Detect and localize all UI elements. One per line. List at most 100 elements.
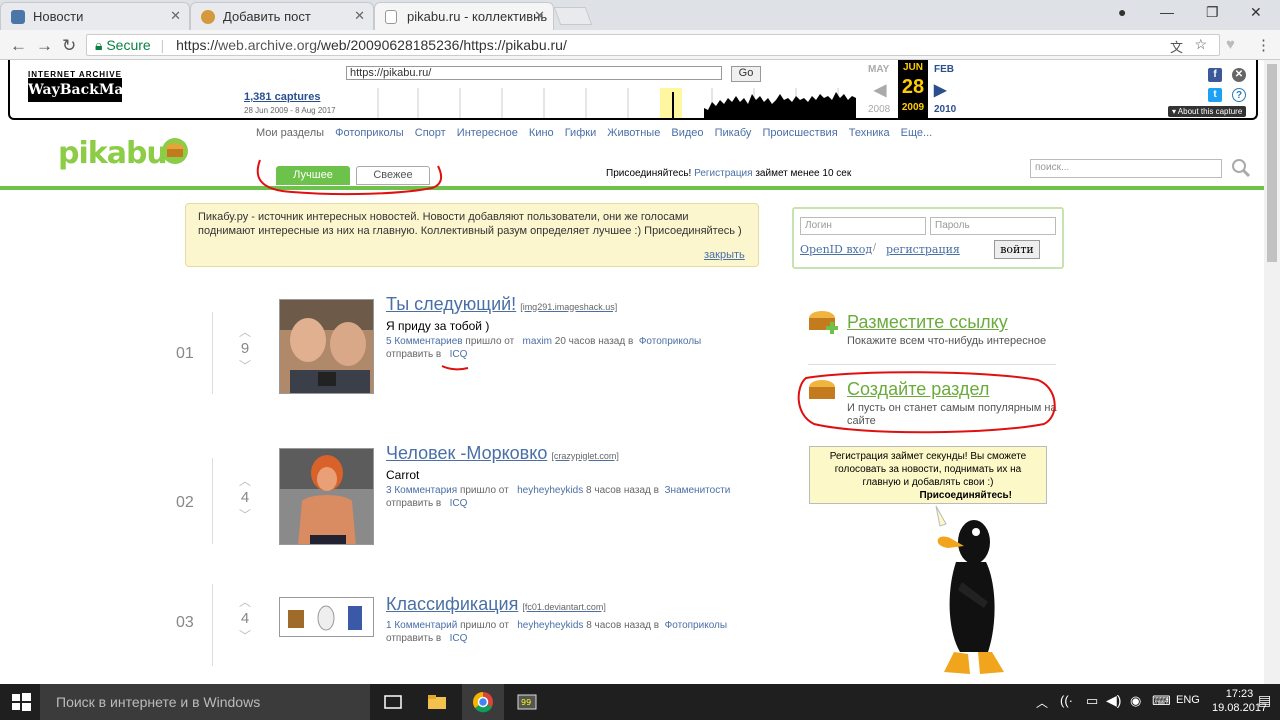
comments-link[interactable]: 5 Комментариев <box>386 336 463 347</box>
tab-pikabu-active[interactable]: pikabu.ru - коллективнь ✕ <box>374 2 554 30</box>
wayback-go-button[interactable]: Go <box>731 66 761 82</box>
category-link[interactable]: Фотоприколы <box>665 620 727 631</box>
back-icon[interactable]: ← <box>10 36 27 56</box>
menu-item[interactable]: Видео <box>671 127 703 139</box>
minimize-icon[interactable]: — <box>1160 4 1174 20</box>
menu-item[interactable]: Еще... <box>901 127 933 139</box>
battery-icon[interactable]: ▭ <box>1086 693 1098 709</box>
close-icon[interactable]: ✕ <box>354 8 365 24</box>
close-info-link[interactable]: закрыть <box>704 249 745 261</box>
vote-up-icon[interactable]: ︿ <box>236 596 254 608</box>
menu-item[interactable]: Техника <box>849 127 890 139</box>
red-annotation-section <box>797 371 1056 434</box>
vote-down-icon[interactable]: ﹀ <box>236 360 254 372</box>
category-link[interactable]: Знаменитости <box>665 485 731 496</box>
cur-day: 28 <box>901 76 925 98</box>
author-link[interactable]: heyheyheykids <box>517 485 583 496</box>
menu-item[interactable]: Интересное <box>457 127 518 139</box>
chrome-icon[interactable] <box>472 691 494 713</box>
language-indicator[interactable]: ENG <box>1176 694 1200 706</box>
menu-item[interactable]: Кино <box>529 127 554 139</box>
post-title[interactable]: Классификация [fc01.deviantart.com] <box>386 594 606 615</box>
new-tab-button[interactable] <box>553 7 593 25</box>
menu-item[interactable]: Происшествия <box>762 127 837 139</box>
icq-link[interactable]: ICQ <box>450 633 468 644</box>
captures-link[interactable]: 1,381 captures <box>244 91 320 103</box>
tray-expand-icon[interactable]: ︿ <box>1036 694 1048 711</box>
close-banner-icon[interactable]: ✕ <box>1232 68 1246 82</box>
password-input[interactable]: Пароль <box>930 217 1056 235</box>
prev-year[interactable]: 2008 <box>868 104 890 115</box>
twitter-icon[interactable]: t <box>1208 88 1222 102</box>
forward-icon[interactable]: → <box>36 36 53 56</box>
help-icon[interactable]: ? <box>1232 88 1246 102</box>
menu-item[interactable]: Спорт <box>415 127 446 139</box>
translate-icon[interactable]: 文 <box>1170 37 1183 56</box>
post-title[interactable]: Человек -Морковко [crazypiglet.com] <box>386 443 619 464</box>
openid-login-link[interactable]: OpenID вход <box>800 243 872 256</box>
post-link-title[interactable]: Разместите ссылку <box>847 312 1008 333</box>
menu-item[interactable]: Пикабу <box>715 127 752 139</box>
bubble-join[interactable]: Присоединяйтесь! <box>816 489 1040 502</box>
wayback-url-input[interactable]: https://pikabu.ru/ <box>346 66 722 80</box>
comments-link[interactable]: 1 Комментарий <box>386 620 457 631</box>
comments-link[interactable]: 3 Комментария <box>386 485 457 496</box>
next-month[interactable]: FEB <box>934 64 954 75</box>
close-icon[interactable]: ✕ <box>170 8 181 24</box>
category-link[interactable]: Фотоприколы <box>639 336 701 347</box>
address-bar[interactable]: 🔒︎ Secure | https://web.archive.org/web/… <box>86 34 1220 56</box>
vote-up-icon[interactable]: ︿ <box>236 475 254 487</box>
register-link[interactable]: Регистрация <box>694 168 752 179</box>
extension-icon[interactable]: ♥ <box>1226 36 1235 53</box>
next-year[interactable]: 2010 <box>934 104 956 115</box>
tab-vk[interactable]: Новости ✕ <box>0 2 190 30</box>
tab-add-post[interactable]: Добавить пост ✕ <box>190 2 374 30</box>
prev-arrow-icon[interactable]: ◀ <box>874 80 886 100</box>
notification-badge-icon[interactable]: ◉ <box>1130 693 1141 709</box>
keyboard-icon[interactable]: ⌨ <box>1152 693 1171 709</box>
my-sections-label[interactable]: Мои разделы <box>256 127 324 139</box>
menu-item[interactable]: Животные <box>607 127 660 139</box>
menu-item[interactable]: Фотоприколы <box>335 127 404 139</box>
icq-link[interactable]: ICQ <box>450 498 468 509</box>
menu-icon[interactable]: ⋮ <box>1256 36 1271 54</box>
post-thumbnail[interactable] <box>279 597 374 637</box>
post-thumbnail[interactable] <box>279 299 374 394</box>
menu-item[interactable]: Гифки <box>565 127 597 139</box>
star-icon[interactable]: ☆ <box>1194 36 1207 53</box>
author-link[interactable]: heyheyheykids <box>517 620 583 631</box>
action-center-icon[interactable]: ▤ <box>1258 692 1271 709</box>
post-thumbnail[interactable] <box>279 448 374 545</box>
file-explorer-icon[interactable] <box>426 691 448 713</box>
close-icon[interactable]: ✕ <box>534 8 545 24</box>
search-icon[interactable] <box>1230 157 1252 179</box>
login-input[interactable]: Логин <box>800 217 926 235</box>
scrollbar-thumb[interactable] <box>1267 64 1277 262</box>
icq-link[interactable]: ICQ <box>450 349 468 360</box>
facebook-icon[interactable]: f <box>1208 68 1222 82</box>
window-close-icon[interactable]: ✕ <box>1250 4 1262 21</box>
profile-icon[interactable]: ● <box>1118 4 1126 20</box>
prev-month[interactable]: MAY <box>868 64 889 75</box>
task-view-icon[interactable] <box>382 691 404 713</box>
login-button[interactable]: войти <box>994 240 1040 259</box>
captures-sparkline[interactable] <box>366 88 856 118</box>
site-logo[interactable]: pikabu <box>58 136 168 171</box>
search-input[interactable]: поиск... <box>1030 159 1222 178</box>
post-title[interactable]: Ты следующий! [img291.imageshack.us] <box>386 294 617 315</box>
next-arrow-icon[interactable]: ▶ <box>934 80 946 100</box>
network-icon[interactable]: ((· <box>1060 693 1073 708</box>
wayback-logo[interactable]: WayBackMachine <box>28 78 167 102</box>
volume-icon[interactable]: ◀) <box>1106 692 1121 709</box>
reload-icon[interactable]: ↻ <box>62 36 76 56</box>
vote-up-icon[interactable]: ︿ <box>236 326 254 338</box>
maximize-icon[interactable]: ❐ <box>1206 4 1219 21</box>
app-icon[interactable]: 99 <box>516 691 538 713</box>
vote-down-icon[interactable]: ﹀ <box>236 630 254 642</box>
taskbar-search[interactable]: Поиск в интернете и в Windows <box>40 684 370 720</box>
windows-start-icon[interactable] <box>10 691 32 713</box>
registration-link[interactable]: регистрация <box>886 243 960 256</box>
about-capture-button[interactable]: ▾ About this capture <box>1168 106 1247 117</box>
author-link[interactable]: maxim <box>523 336 552 347</box>
vote-down-icon[interactable]: ﹀ <box>236 509 254 521</box>
